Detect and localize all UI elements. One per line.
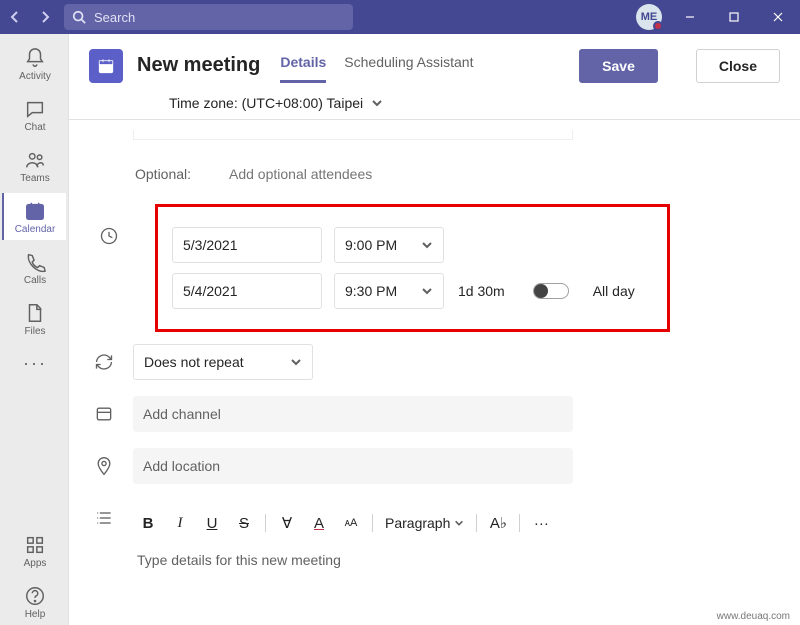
rail-calendar[interactable]: Calendar (2, 193, 66, 240)
add-location-input[interactable]: Add location (133, 448, 573, 484)
add-channel-input[interactable]: Add channel (133, 396, 573, 432)
rich-text-toolbar: B I U S ∀ A ᴀA Paragraph (133, 508, 780, 538)
calendar-icon (24, 200, 46, 222)
app-rail: Activity Chat Teams Calendar Calls Files… (0, 34, 68, 625)
datetime-highlight: 5/3/2021 9:00 PM 5/4/2021 9:30 PM 1d 30m (155, 204, 670, 332)
chevron-down-icon (454, 518, 464, 528)
clear-formatting-button[interactable]: A♭ (483, 508, 513, 538)
maximize-button[interactable] (712, 0, 756, 34)
repeat-icon (89, 352, 119, 372)
teams-icon (24, 149, 46, 171)
details-textarea[interactable]: Type details for this new meeting (133, 538, 780, 568)
search-icon (72, 10, 86, 24)
close-window-button[interactable] (756, 0, 800, 34)
chat-icon (24, 98, 46, 120)
nav-forward-button[interactable] (30, 0, 60, 34)
repeat-select[interactable]: Does not repeat (133, 344, 313, 380)
timezone-row[interactable]: Time zone: (UTC+08:00) Taipei (69, 83, 800, 120)
bold-button[interactable]: B (133, 508, 163, 538)
apps-icon (24, 534, 46, 556)
duration-label: 1d 30m (458, 283, 505, 299)
bell-icon (24, 47, 46, 69)
optional-attendees-input[interactable] (219, 156, 599, 192)
watermark: www.deuaq.com (713, 610, 794, 623)
save-button[interactable]: Save (579, 49, 658, 83)
font-color-button[interactable]: A (304, 508, 334, 538)
search-box[interactable] (64, 4, 353, 30)
file-icon (24, 302, 46, 324)
rail-teams[interactable]: Teams (2, 142, 66, 189)
location-icon (89, 456, 119, 476)
chevron-down-icon (421, 239, 433, 251)
page-title: New meeting (137, 54, 260, 77)
paragraph-style-select[interactable]: Paragraph (379, 515, 470, 531)
minimize-button[interactable] (668, 0, 712, 34)
end-time-input[interactable]: 9:30 PM (334, 273, 444, 309)
strikethrough-button[interactable]: S (229, 508, 259, 538)
italic-button[interactable]: I (165, 508, 195, 538)
rail-calls[interactable]: Calls (2, 244, 66, 291)
tabs: Details Scheduling Assistant (280, 48, 473, 83)
tab-scheduling-assistant[interactable]: Scheduling Assistant (344, 48, 473, 83)
tab-details[interactable]: Details (280, 48, 326, 83)
rail-help[interactable]: Help (2, 578, 66, 625)
font-size-button[interactable]: ᴀA (336, 508, 366, 538)
title-field-placeholder[interactable] (133, 130, 573, 140)
search-input[interactable] (94, 10, 345, 25)
description-icon (89, 508, 119, 528)
all-day-toggle[interactable] (533, 283, 569, 299)
presence-badge (653, 21, 663, 31)
titlebar: ME (0, 0, 800, 34)
channel-icon (89, 404, 119, 424)
rail-activity[interactable]: Activity (2, 40, 66, 87)
phone-icon (24, 251, 46, 273)
avatar[interactable]: ME (636, 4, 662, 30)
clock-icon (99, 226, 119, 249)
nav-back-button[interactable] (0, 0, 30, 34)
page-header: New meeting Details Scheduling Assistant… (69, 34, 800, 83)
rail-chat[interactable]: Chat (2, 91, 66, 138)
content-pane: New meeting Details Scheduling Assistant… (68, 34, 800, 625)
chevron-down-icon (290, 356, 302, 368)
calendar-badge-icon (89, 49, 123, 83)
start-time-input[interactable]: 9:00 PM (334, 227, 444, 263)
optional-label: Optional: (135, 166, 205, 182)
chevron-down-icon (421, 285, 433, 297)
underline-button[interactable]: U (197, 508, 227, 538)
rail-apps[interactable]: Apps (2, 527, 66, 574)
help-icon (24, 585, 46, 607)
timezone-label: Time zone: (UTC+08:00) Taipei (169, 95, 363, 111)
end-date-input[interactable]: 5/4/2021 (172, 273, 322, 309)
all-day-label: All day (593, 283, 635, 299)
highlight-button[interactable]: ∀ (272, 508, 302, 538)
rail-more[interactable]: ··· (2, 346, 66, 379)
chevron-down-icon (371, 97, 383, 109)
start-date-input[interactable]: 5/3/2021 (172, 227, 322, 263)
close-button[interactable]: Close (696, 49, 780, 83)
rail-files[interactable]: Files (2, 295, 66, 342)
more-formatting-button[interactable]: ··· (526, 508, 556, 538)
